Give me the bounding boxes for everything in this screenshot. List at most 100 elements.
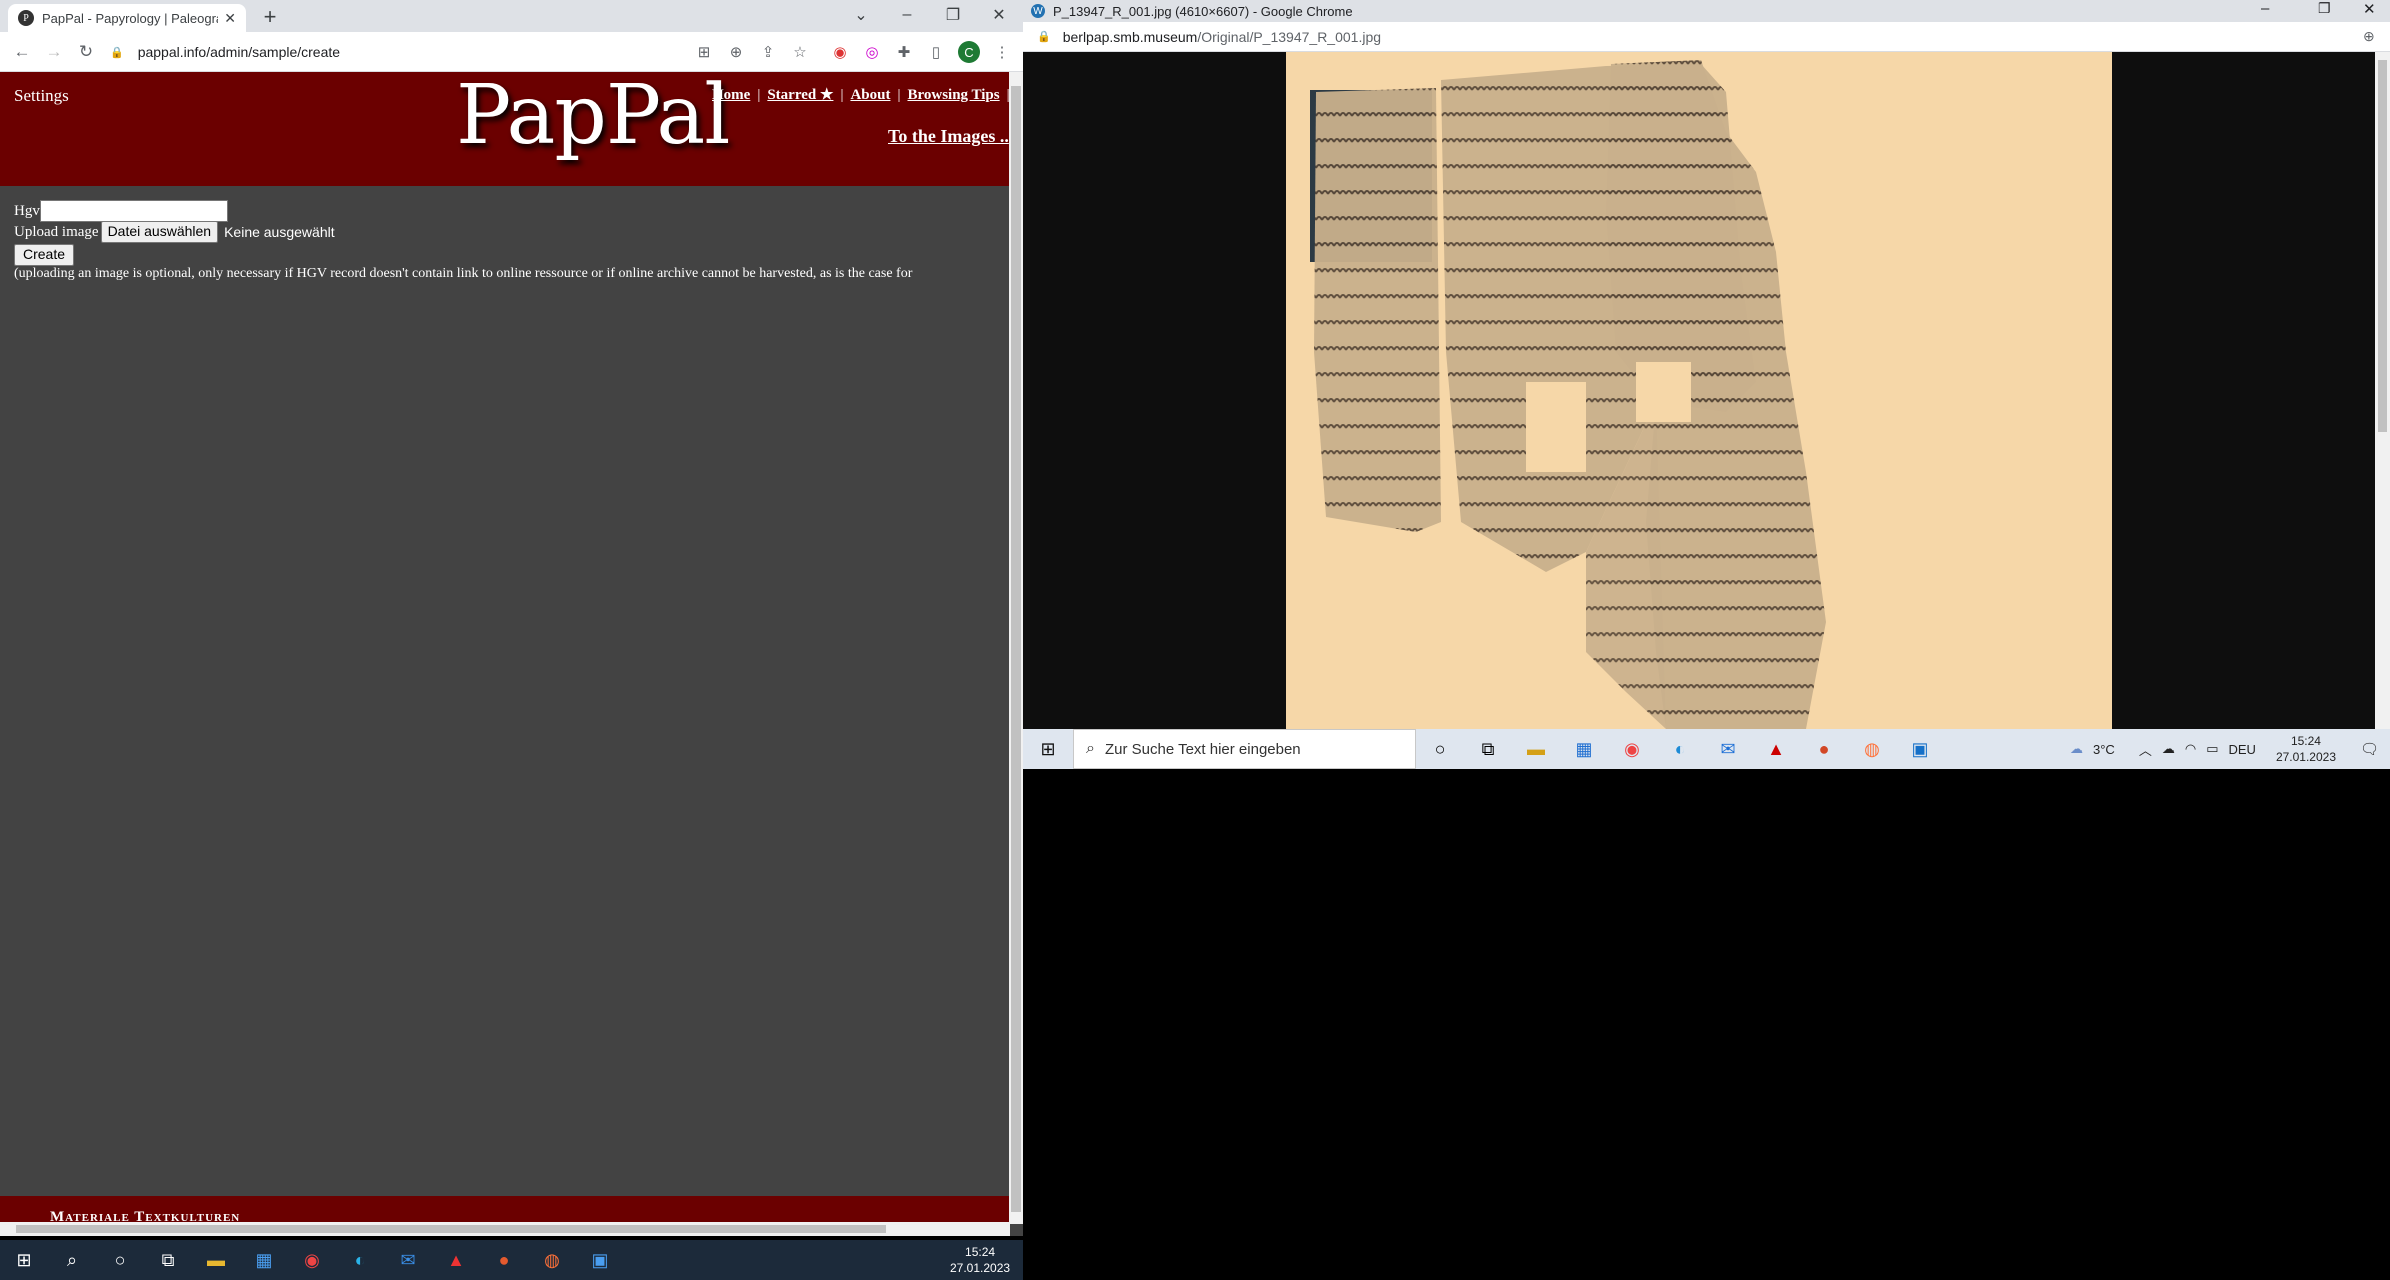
nav-about[interactable]: About (850, 87, 890, 103)
taskbar-search-box[interactable]: ⌕ Zur Suche Text hier eingeben (1073, 729, 1416, 769)
extension-red-icon[interactable]: ◉ (828, 40, 852, 64)
new-tab-button[interactable]: + (256, 4, 284, 30)
image-viewer (1023, 52, 2375, 729)
right-clock-time: 15:24 (2290, 734, 2321, 748)
right-address-bar[interactable]: 🔒 berlpap.smb.museum/Original/P_13947_R_… (1023, 22, 2390, 52)
zoom-icon[interactable]: ⊕ (2363, 28, 2375, 45)
tab-pappal[interactable]: P PapPal - Papyrology | Paleograph ✕ (8, 4, 246, 32)
chrome-icon[interactable]: ◉ (288, 1240, 336, 1280)
firefox-icon[interactable]: ◍ (1848, 729, 1896, 769)
notifications-icon[interactable]: 🗨 (2360, 740, 2379, 758)
right-taskbar-apps: ○ ⧉ ▬ ▦ ◉ ◐ ✉ ▲ ● ◍ ▣ (1416, 729, 1944, 769)
papyrus-hole (1526, 382, 1586, 472)
language-indicator[interactable]: DEU (2228, 742, 2255, 757)
search-icon: ⌕ (1086, 740, 1095, 757)
nav-separator: | (840, 87, 844, 103)
restore-button[interactable]: ❐ (930, 0, 976, 30)
edge-icon[interactable]: ◐ (336, 1240, 384, 1280)
papyrus-hole (1636, 362, 1691, 422)
right-close-button[interactable]: ✕ (2363, 0, 2376, 18)
cortana-icon[interactable]: ○ (1416, 729, 1464, 769)
tab-search-icon[interactable]: ⌄ (838, 0, 884, 30)
photos-icon[interactable]: ▣ (1896, 729, 1944, 769)
weather-cloud-icon[interactable]: ☁ (2070, 741, 2083, 757)
tab-title: PapPal - Papyrology | Paleograph (42, 10, 219, 26)
nav-starred[interactable]: Starred ★ (767, 87, 833, 103)
url-path: /Original/P_13947_R_001.jpg (1197, 28, 1382, 45)
tray-chevron-icon[interactable]: ︿ (2139, 740, 2152, 759)
address-bar[interactable]: 🔒 pappal.info/admin/sample/create (110, 38, 690, 66)
right-window-title: P_13947_R_001.jpg (4610×6607) - Google C… (1053, 3, 1353, 19)
nav-home[interactable]: Home (712, 87, 750, 103)
to-images-link[interactable]: To the Images .. (888, 126, 1009, 147)
create-button[interactable]: Create (14, 244, 75, 266)
share-icon[interactable]: ⇪ (756, 40, 780, 64)
bookmark-star-icon[interactable]: ☆ (788, 40, 812, 64)
file-status: Keine ausgewählt (224, 224, 335, 240)
back-icon[interactable]: ← (10, 40, 34, 64)
hgv-label: Hgv (14, 202, 40, 219)
acrobat-icon[interactable]: ▲ (1752, 729, 1800, 769)
zoom-icon[interactable]: ⊕ (724, 40, 748, 64)
onedrive-icon[interactable]: ☁ (2162, 741, 2175, 757)
menu-kebab-icon[interactable]: ⋮ (990, 40, 1014, 64)
mail-icon[interactable]: ✉ (384, 1240, 432, 1280)
task-view-icon[interactable]: ⧉ (144, 1240, 192, 1280)
windows-start-icon[interactable]: ⊞ (0, 1240, 48, 1280)
pappal-favicon-icon: P (18, 10, 34, 26)
url-text: pappal.info/admin/sample/create (137, 44, 341, 60)
powerpoint-icon[interactable]: ● (1800, 729, 1848, 769)
horizontal-scroll-thumb[interactable] (16, 1225, 886, 1233)
bottom-clock[interactable]: 15:24 27.01.2023 (950, 1244, 1010, 1276)
weather-temp[interactable]: 3°C (2093, 742, 2115, 757)
right-minimize-button[interactable]: – (2261, 0, 2269, 17)
upload-image-label: Upload image (14, 223, 99, 240)
right-restore-button[interactable]: ❐ (2318, 0, 2331, 17)
task-view-icon[interactable]: ⧉ (1464, 729, 1512, 769)
browser-toolbar: ← → ↻ 🔒 pappal.info/admin/sample/create … (0, 32, 1023, 72)
papyrus-image[interactable] (1286, 52, 2112, 729)
close-window-button[interactable]: ✕ (976, 0, 1022, 30)
papyrus-fragment-left (1314, 88, 1441, 532)
store-icon[interactable]: ▦ (240, 1240, 288, 1280)
right-scroll-thumb[interactable] (2378, 60, 2387, 432)
extension-magenta-icon[interactable]: ◎ (860, 40, 884, 64)
powerpoint-icon[interactable]: ● (480, 1240, 528, 1280)
photos-icon[interactable]: ▣ (576, 1240, 624, 1280)
edge-icon[interactable]: ◐ (1656, 729, 1704, 769)
upload-note: (uploading an image is optional, only ne… (14, 266, 913, 281)
minimize-button[interactable]: – (884, 0, 930, 30)
lock-icon: 🔒 (110, 46, 124, 59)
mail-icon[interactable]: ✉ (1704, 729, 1752, 769)
vertical-scroll-thumb[interactable] (1011, 86, 1021, 1212)
chrome-icon[interactable]: ◉ (1608, 729, 1656, 769)
firefox-icon[interactable]: ◍ (528, 1240, 576, 1280)
profile-avatar[interactable]: C (958, 41, 980, 63)
windows-start-icon[interactable]: ⊞ (1023, 729, 1073, 769)
network-icon[interactable]: ◠ (2185, 741, 2196, 757)
search-icon[interactable]: ⌕ (48, 1240, 96, 1280)
right-clock-date: 27.01.2023 (2275, 750, 2336, 764)
translate-icon[interactable]: ⊞ (692, 40, 716, 64)
acrobat-icon[interactable]: ▲ (432, 1240, 480, 1280)
site-logo[interactable]: PapPal (456, 68, 730, 163)
left-browser-window: P PapPal - Papyrology | Paleograph ✕ + ⌄… (0, 0, 1023, 1236)
reload-icon[interactable]: ↻ (74, 40, 98, 64)
store-icon[interactable]: ▦ (1560, 729, 1608, 769)
file-explorer-icon[interactable]: ▬ (1512, 729, 1560, 769)
bottom-clock-date: 27.01.2023 (950, 1261, 1011, 1275)
file-explorer-icon[interactable]: ▬ (192, 1240, 240, 1280)
battery-icon[interactable]: ▭ (2206, 741, 2218, 757)
settings-link[interactable]: Settings (14, 86, 69, 106)
nav-browsing-tips[interactable]: Browsing Tips (907, 87, 999, 103)
side-panel-icon[interactable]: ▯ (924, 40, 948, 64)
forward-icon[interactable]: → (42, 40, 66, 64)
hgv-input[interactable] (39, 200, 228, 222)
cortana-icon[interactable]: ○ (96, 1240, 144, 1280)
right-clock[interactable]: 15:24 27.01.2023 (2276, 733, 2336, 765)
nav-separator: | (757, 87, 761, 103)
extensions-puzzle-icon[interactable]: ✚ (892, 40, 916, 64)
nav-separator: | (897, 87, 901, 103)
choose-file-button[interactable]: Datei auswählen (100, 221, 219, 243)
tab-close-icon[interactable]: ✕ (224, 10, 236, 27)
